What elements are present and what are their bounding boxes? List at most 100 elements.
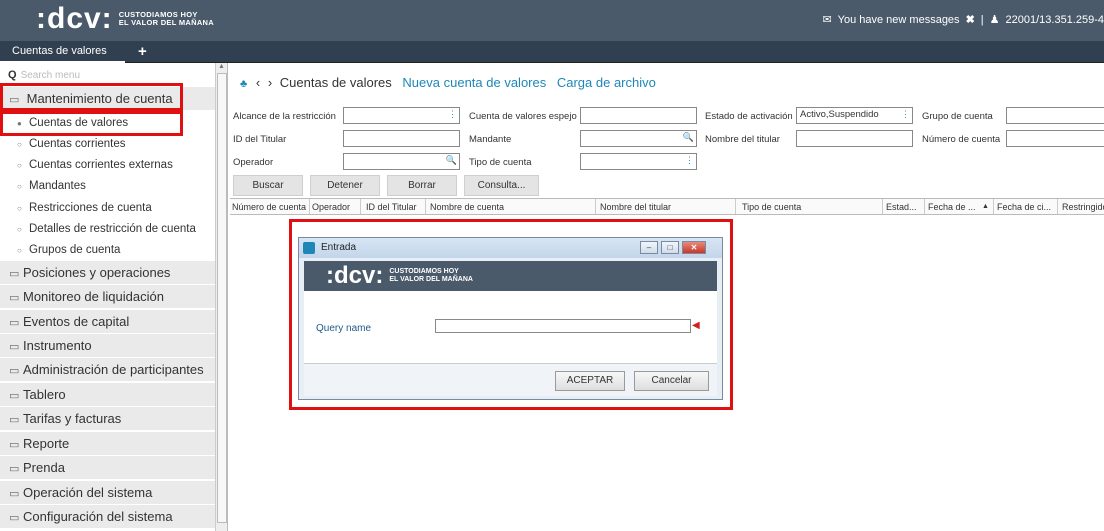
dialog-app-icon	[303, 242, 315, 254]
dcv-logo: :dcv: CUSTODIAMOS HOY EL VALOR DEL MAÑAN…	[36, 4, 214, 34]
sidebar-cat-prenda[interactable]: ▭ Prenda	[0, 456, 215, 480]
required-marker-icon: ◀	[692, 320, 700, 331]
forward-icon[interactable]: ›	[268, 75, 272, 90]
folder-icon: ▭	[9, 439, 20, 451]
folder-icon: ▭	[9, 390, 20, 402]
col-divider	[360, 199, 361, 214]
dialog-footer: ACEPTAR Cancelar	[304, 364, 717, 396]
folder-icon: ▭	[9, 488, 20, 500]
aceptar-button[interactable]: ACEPTAR	[555, 371, 625, 391]
col-divider	[882, 199, 883, 214]
sidebar-cat-tarifas[interactable]: ▭ Tarifas y facturas	[0, 407, 215, 431]
cancelar-button[interactable]: Cancelar	[634, 371, 709, 391]
sidebar-cat-label: Monitoreo de liquidación	[23, 289, 164, 304]
sidebar-cat-reporte[interactable]: ▭ Reporte	[0, 432, 215, 456]
close-icon[interactable]: ✕	[682, 241, 706, 254]
alcance-select[interactable]: ⋮	[343, 107, 460, 124]
titular-input[interactable]	[343, 130, 460, 147]
sidebar-item-mandantes[interactable]: ○ Mandantes	[0, 176, 215, 197]
col-divider	[425, 199, 426, 214]
col-fecha-1[interactable]: Fecha de ...	[928, 202, 976, 212]
mandante-input[interactable]: 🔍	[580, 130, 697, 147]
sidebar-item-detalles-restriccion[interactable]: ○ Detalles de restricción de cuenta	[0, 219, 215, 240]
sidebar-scrollbar[interactable]: ▲	[215, 63, 227, 531]
nombre-titular-input[interactable]	[796, 130, 913, 147]
top-bar: :dcv: CUSTODIAMOS HOY EL VALOR DEL MAÑAN…	[0, 0, 1104, 41]
sidebar-cat-eventos[interactable]: ▭ Eventos de capital	[0, 310, 215, 334]
detener-button[interactable]: Detener	[310, 175, 380, 196]
sort-asc-icon[interactable]: ▲	[982, 203, 989, 210]
query-name-input[interactable]	[435, 319, 691, 333]
col-tipo-cuenta[interactable]: Tipo de cuenta	[742, 202, 801, 212]
col-nombre-titular[interactable]: Nombre del titular	[600, 202, 671, 212]
tab-cuentas-de-valores[interactable]: Cuentas de valores	[0, 41, 125, 63]
sidebar-cat-configuracion[interactable]: ▭ Configuración del sistema	[0, 505, 215, 529]
search-lookup-icon[interactable]: 🔍	[683, 132, 694, 143]
search-icon: Q	[8, 69, 17, 81]
maximize-icon[interactable]: □	[661, 241, 679, 254]
folder-icon: ▭	[9, 512, 20, 524]
dialog-logo-mark: :dcv:	[326, 262, 384, 289]
search-input[interactable]: Search menu	[21, 70, 80, 81]
sidebar-cat-label: Reporte	[23, 436, 70, 451]
col-fecha-2[interactable]: Fecha de ci...	[997, 202, 1051, 212]
col-restringido[interactable]: Restringido	[1062, 202, 1104, 212]
sidebar-item-label: Cuentas corrientes	[29, 138, 126, 150]
titular-label: ID del Titular	[233, 134, 287, 145]
search-menu[interactable]: Q Search menu	[8, 69, 80, 81]
grupo-input[interactable]	[1006, 107, 1104, 124]
folder-icon: ▭	[9, 317, 20, 329]
numero-input[interactable]	[1006, 130, 1104, 147]
search-lookup-icon[interactable]: 🔍	[446, 155, 457, 166]
back-icon[interactable]: ‹	[256, 75, 260, 90]
sidebar-cat-label: Prenda	[23, 460, 65, 475]
consulta-button[interactable]: Consulta...	[464, 175, 539, 196]
col-estado[interactable]: Estad...	[886, 202, 917, 212]
espejo-input[interactable]	[580, 107, 697, 124]
add-tab-icon[interactable]: +	[138, 43, 147, 60]
tipo-select[interactable]: ⋮	[580, 153, 697, 170]
sidebar-cat-tablero[interactable]: ▭ Tablero	[0, 383, 215, 407]
borrar-button[interactable]: Borrar	[387, 175, 457, 196]
sidebar-cat-instrumento[interactable]: ▭ Instrumento	[0, 334, 215, 358]
sidebar-item-cuentas-corrientes[interactable]: ○ Cuentas corrientes	[0, 134, 215, 155]
sidebar-item-label: Restricciones de cuenta	[29, 202, 152, 214]
sidebar-item-grupos-de-cuenta[interactable]: ○ Grupos de cuenta	[0, 240, 215, 261]
buscar-button[interactable]: Buscar	[233, 175, 303, 196]
estado-select[interactable]: Activo,Suspendido ⋮	[796, 107, 913, 124]
grupo-label: Grupo de cuenta	[922, 111, 993, 122]
messages-link[interactable]: You have new messages	[838, 14, 960, 26]
dismiss-messages-icon[interactable]: ✖	[966, 13, 975, 26]
sidebar-cat-operacion[interactable]: ▭ Operación del sistema	[0, 481, 215, 505]
col-id-titular[interactable]: ID del Titular	[366, 202, 417, 212]
logo-tagline: CUSTODIAMOS HOY EL VALOR DEL MAÑANA	[119, 11, 214, 27]
sidebar-cat-monitoreo[interactable]: ▭ Monitoreo de liquidación	[0, 285, 215, 309]
minimize-icon[interactable]: –	[640, 241, 658, 254]
user-id[interactable]: 22001/13.351.259-4	[1006, 14, 1104, 26]
nueva-cuenta-link[interactable]: Nueva cuenta de valores	[402, 75, 546, 90]
dialog-logo-line2: EL VALOR DEL MAÑANA	[389, 276, 473, 283]
tab-bar: Cuentas de valores +	[0, 41, 1104, 63]
dialog-title-bar[interactable]: Entrada – □ ✕	[299, 238, 722, 258]
sidebar-item-restricciones[interactable]: ○ Restricciones de cuenta	[0, 198, 215, 219]
col-divider	[993, 199, 994, 214]
home-icon[interactable]: ♣	[240, 78, 247, 90]
dialog-body: Query name ◀	[304, 291, 717, 364]
scroll-thumb[interactable]	[217, 73, 227, 523]
carga-archivo-link[interactable]: Carga de archivo	[557, 75, 656, 90]
sidebar-cat-posiciones[interactable]: ▭ Posiciones y operaciones	[0, 261, 215, 285]
col-operador[interactable]: Operador	[312, 202, 350, 212]
operador-input[interactable]: 🔍	[343, 153, 460, 170]
sidebar-cat-administracion[interactable]: ▭ Administración de participantes	[0, 358, 215, 382]
dropdown-icon: ⋮	[685, 155, 694, 165]
folder-icon: ▭	[9, 292, 20, 304]
envelope-icon[interactable]: ✉	[822, 13, 831, 26]
sidebar-item-cuentas-corrientes-externas[interactable]: ○ Cuentas corrientes externas	[0, 155, 215, 176]
dialog-banner: :dcv: CUSTODIAMOS HOY EL VALOR DEL MAÑAN…	[304, 261, 717, 291]
col-numero-cuenta[interactable]: Número de cuenta	[232, 202, 306, 212]
col-nombre-cuenta[interactable]: Nombre de cuenta	[430, 202, 504, 212]
alcance-label: Alcance de la restricción	[233, 111, 336, 122]
breadcrumb: ♣ ‹ › Cuentas de valores Nueva cuenta de…	[240, 75, 656, 90]
scroll-up-icon[interactable]: ▲	[218, 63, 225, 70]
sidebar-cat-label: Configuración del sistema	[23, 509, 173, 524]
